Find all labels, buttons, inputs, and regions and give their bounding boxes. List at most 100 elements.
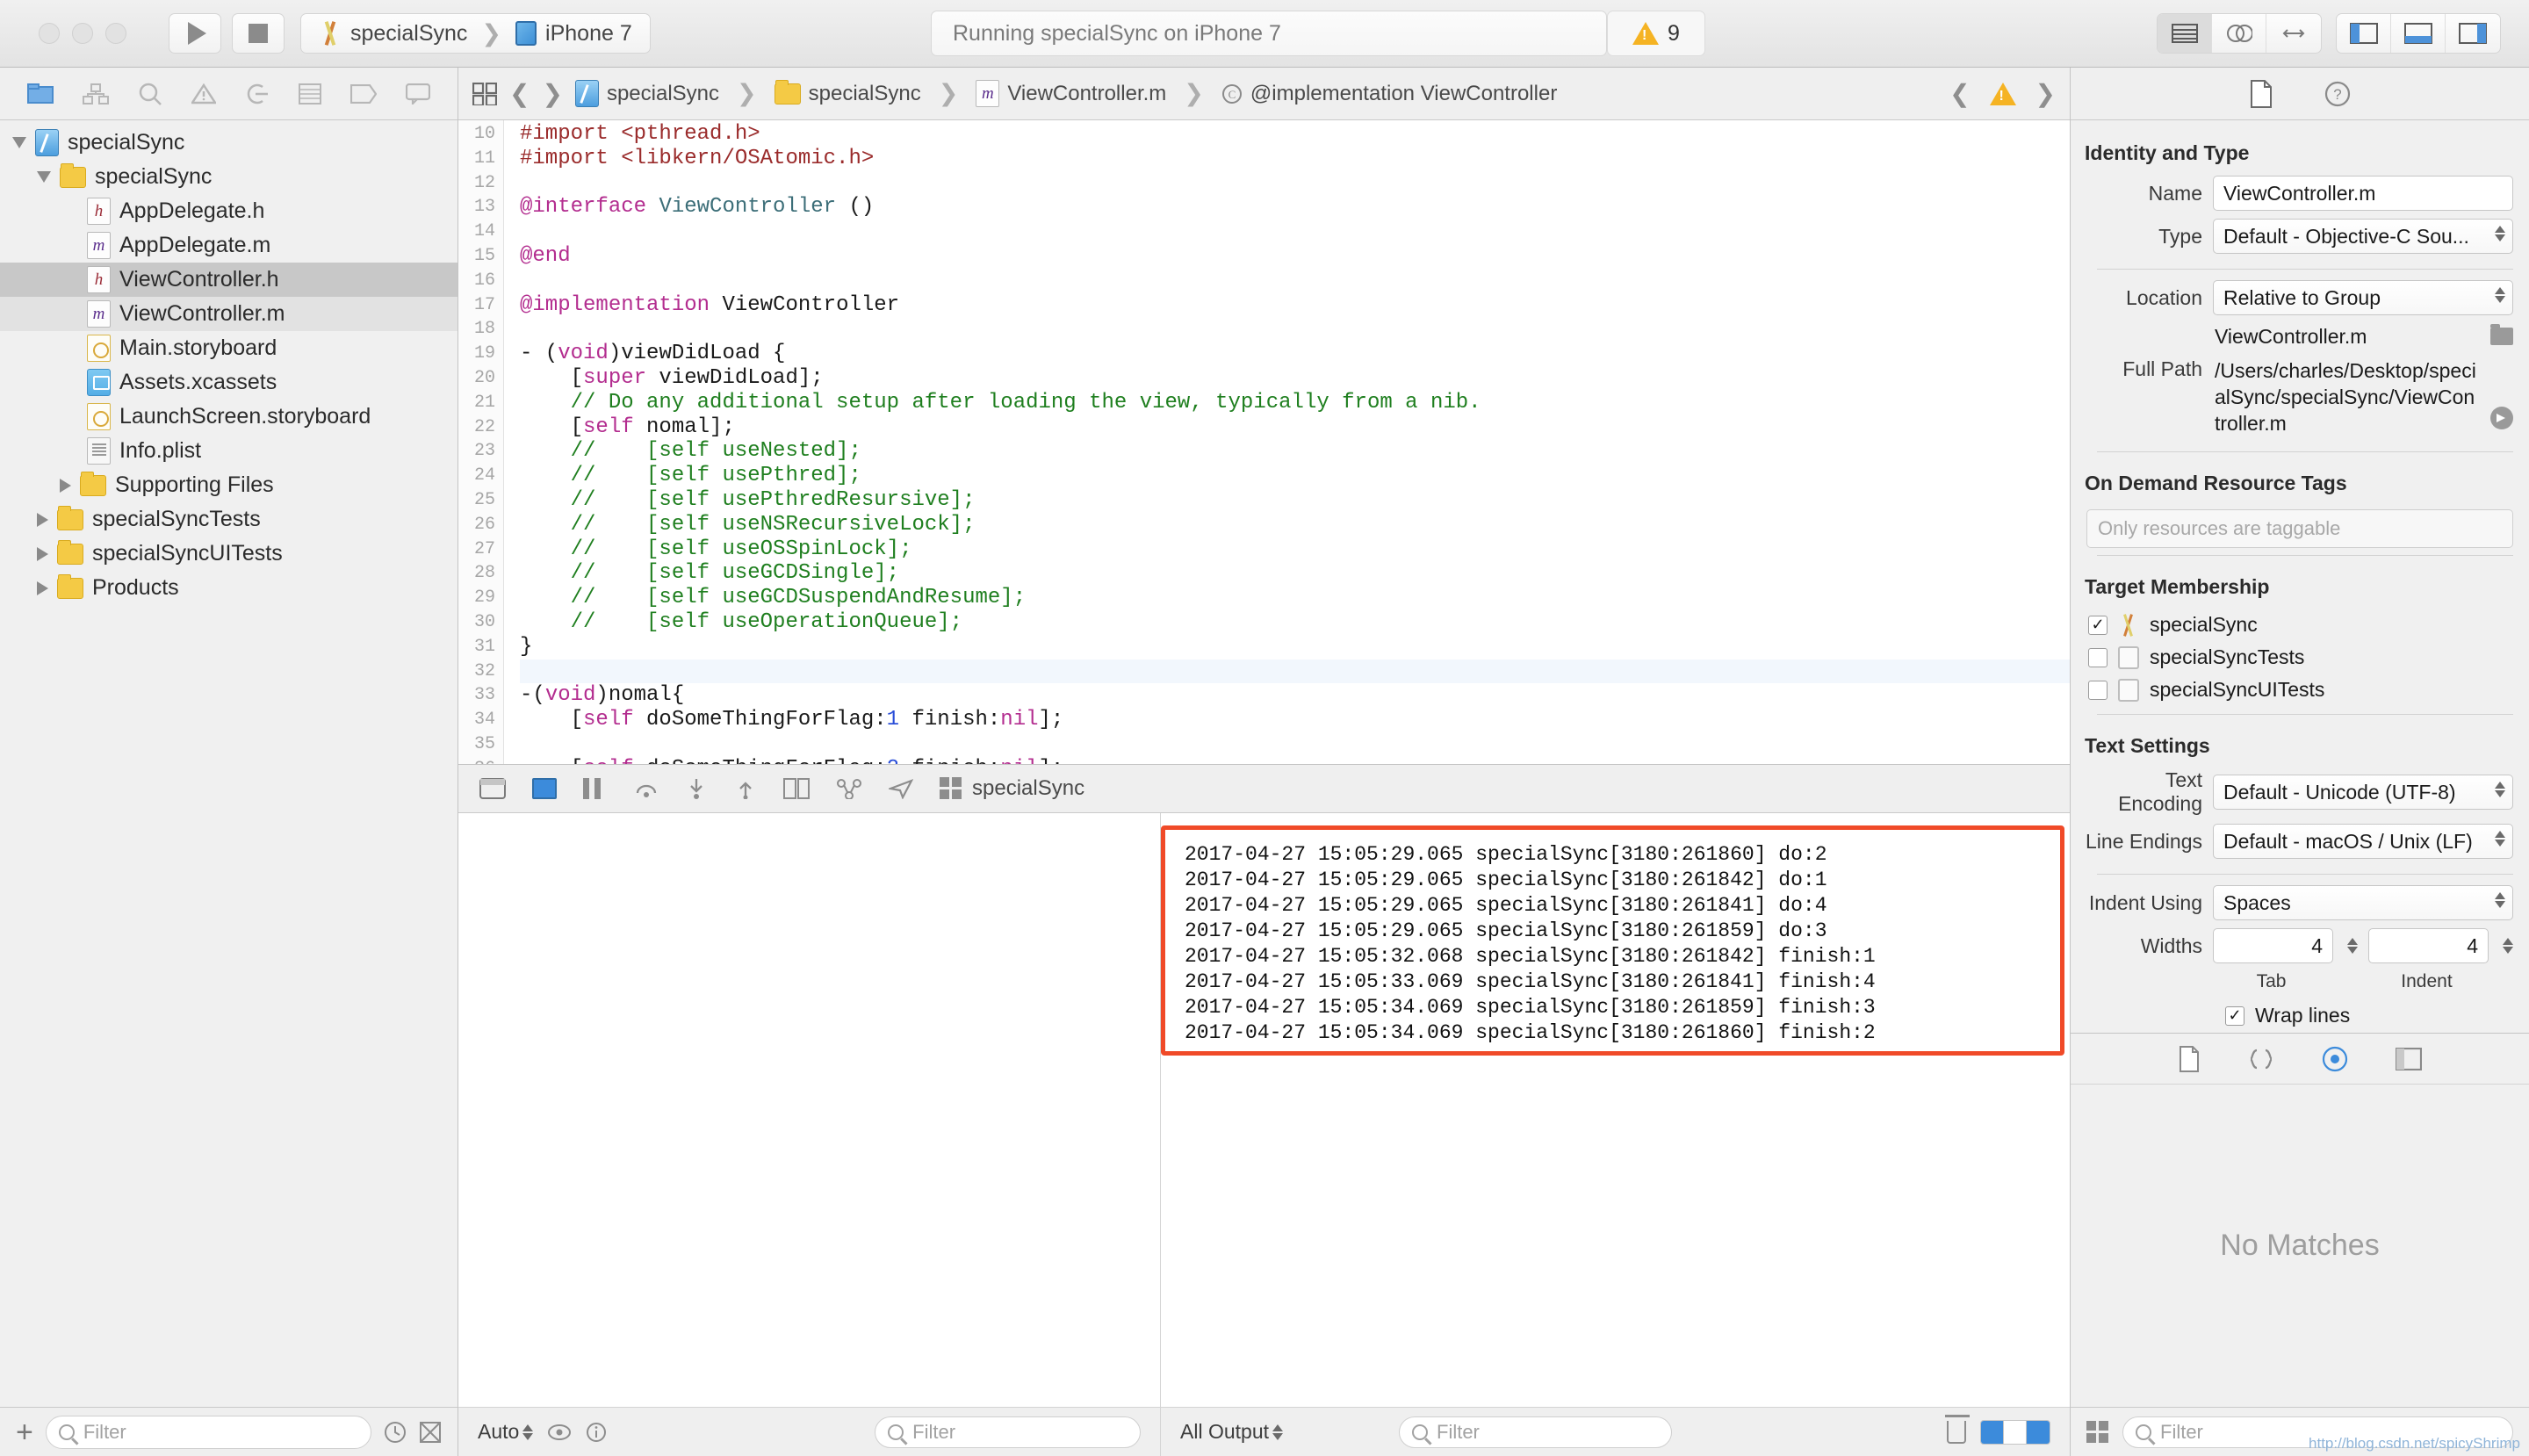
code-line[interactable]: [self nomal]; [520,415,2070,440]
previous-issue-button[interactable]: ❮ [1949,79,1970,108]
code-line[interactable] [520,171,2070,196]
standard-editor-button[interactable] [2158,14,2212,53]
assistant-editor-button[interactable] [2212,14,2266,53]
related-items-button[interactable] [472,83,497,105]
reveal-in-finder-icon[interactable] [2490,407,2513,429]
wrap-lines-row[interactable]: ✓ Wrap lines [2071,1000,2529,1033]
code-line[interactable] [520,220,2070,244]
source-control-filter-button[interactable] [419,1421,442,1444]
stop-button[interactable] [232,13,285,54]
code-line[interactable]: // [self usePthredResursive]; [520,488,2070,513]
disclosure-triangle-open[interactable] [12,137,26,148]
breadcrumb-group[interactable]: specialSync [775,82,921,106]
disclosure-triangle-open[interactable] [37,171,51,183]
tree-item-products[interactable]: Products [0,571,458,605]
zoom-button[interactable] [105,23,126,44]
target-checkbox[interactable] [2088,681,2108,700]
tree-item-viewcontroller-m[interactable]: mViewController.m [0,297,458,331]
media-library-tab[interactable] [2396,1048,2422,1070]
code-line[interactable]: [self doSomeThingForFlag:1 finish:nil]; [520,708,2070,732]
code-line[interactable]: #import <pthread.h> [520,122,2070,147]
variables-view[interactable]: Auto Filter [458,813,1161,1456]
wrap-lines-checkbox[interactable]: ✓ [2225,1006,2244,1026]
tree-item-launchscreen-storyboard[interactable]: LaunchScreen.storyboard [0,400,458,434]
disclosure-triangle-closed[interactable] [37,513,48,527]
disclosure-triangle-closed[interactable] [60,479,71,493]
code-line[interactable]: [super viewDidLoad]; [520,366,2070,391]
version-editor-button[interactable] [2266,14,2321,53]
tree-item-specialsync[interactable]: specialSync [0,160,458,194]
code-line[interactable]: // Do any additional setup after loading… [520,391,2070,415]
code-line[interactable]: [self doSomeThingForFlag:2 finish:nil]; [520,757,2070,764]
indent-width-stepper[interactable] [2503,938,2513,954]
jump-bar[interactable]: ❮ ❯ specialSync ❯ specialSync ❯ m ViewCo… [458,68,2070,120]
variables-scope-selector[interactable]: Auto [478,1420,533,1444]
tab-width-field[interactable]: 4 [2213,928,2333,963]
show-both-panes-button[interactable] [2004,1421,2027,1444]
tab-width-stepper[interactable] [2347,938,2358,954]
simulate-location-button[interactable] [889,778,913,799]
tree-item-appdelegate-h[interactable]: hAppDelegate.h [0,194,458,228]
code-line[interactable] [520,732,2070,757]
hide-debug-area-button[interactable] [479,778,506,799]
disclosure-triangle-closed[interactable] [37,547,48,561]
breadcrumb-project[interactable]: specialSync [575,80,719,107]
code-line[interactable]: // [self usePthred]; [520,464,2070,488]
encoding-select[interactable]: Default - Unicode (UTF-8) [2213,775,2513,810]
console-filter-field[interactable]: Filter [1399,1416,1672,1448]
navigator-tab-bar[interactable] [0,68,458,120]
step-over-button[interactable] [634,779,659,798]
code-line[interactable] [520,660,2070,684]
search-navigator-tab[interactable] [138,83,162,105]
toggle-breakpoints-button[interactable] [532,778,557,799]
editor-mode-group[interactable] [2157,13,2322,54]
code-line[interactable]: @interface ViewController () [520,195,2070,220]
show-variables-only-button[interactable] [1981,1421,2004,1444]
debug-navigator-tab[interactable] [299,83,321,105]
variables-filter-field[interactable]: Filter [875,1416,1141,1448]
indent-using-select[interactable]: Spaces [2213,885,2513,920]
debug-view-hierarchy-button[interactable] [783,778,810,799]
pause-button[interactable] [583,778,608,799]
debug-split-toggle-group[interactable] [1980,1420,2050,1445]
debug-toolbar[interactable]: specialSync [458,764,2070,813]
toggle-debug-area-button[interactable] [2391,14,2446,53]
breadcrumb-symbol[interactable]: C @implementation ViewController [1221,82,1557,106]
tree-item-assets-xcassets[interactable]: Assets.xcassets [0,365,458,400]
choose-file-icon[interactable] [2490,328,2513,345]
toggle-navigator-button[interactable] [2337,14,2391,53]
source-code[interactable]: #import <pthread.h>#import <libkern/OSAt… [504,120,2070,764]
show-variables-button[interactable] [547,1424,572,1441]
file-template-library-tab[interactable] [2178,1046,2201,1072]
minimize-button[interactable] [72,23,93,44]
test-navigator-tab[interactable] [245,83,270,105]
navigator-filter-field[interactable]: Filter [46,1416,371,1449]
code-snippet-library-tab[interactable] [2248,1048,2274,1070]
code-line[interactable]: // [self useNested]; [520,439,2070,464]
project-navigator-tab[interactable] [27,83,54,105]
breakpoint-navigator-tab[interactable] [350,84,377,104]
tree-item-specialsynctests[interactable]: specialSyncTests [0,502,458,537]
target-checkbox[interactable]: ✓ [2088,616,2108,635]
report-navigator-tab[interactable] [406,83,430,105]
tree-item-appdelegate-m[interactable]: mAppDelegate.m [0,228,458,263]
clear-console-button[interactable] [1947,1421,1966,1444]
close-button[interactable] [39,23,60,44]
console-scope-selector[interactable]: All Output [1180,1420,1283,1444]
code-line[interactable]: @implementation ViewController [520,293,2070,318]
code-line[interactable]: #import <libkern/OSAtomic.h> [520,147,2070,171]
step-into-button[interactable] [685,778,708,799]
variables-info-button[interactable] [586,1422,607,1443]
code-line[interactable]: @end [520,244,2070,269]
target-row-specialsyncuitests[interactable]: specialSyncUITests [2071,674,2529,707]
tree-item-viewcontroller-h[interactable]: hViewController.h [0,263,458,297]
indent-width-field[interactable]: 4 [2368,928,2489,963]
panel-toggle-group[interactable] [2336,13,2501,54]
odr-tag-field[interactable]: Only resources are taggable [2086,509,2513,548]
name-field[interactable]: ViewController.m [2213,176,2513,211]
source-control-navigator-tab[interactable] [83,83,109,105]
code-line[interactable]: // [self useOperationQueue]; [520,610,2070,635]
tree-item-specialsyncuitests[interactable]: specialSyncUITests [0,537,458,571]
next-issue-button[interactable]: ❯ [2035,79,2056,108]
add-file-button[interactable]: + [16,1417,33,1447]
